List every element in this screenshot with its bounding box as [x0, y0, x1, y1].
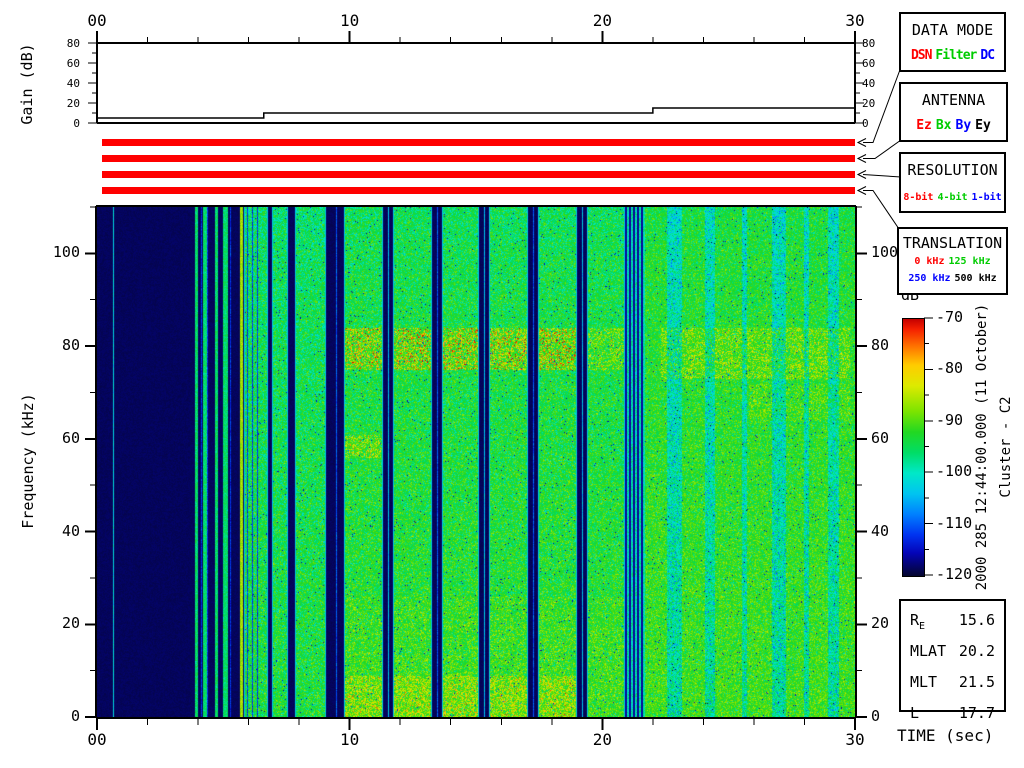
antenna-option-by: By	[955, 118, 972, 133]
ephemeris-value: 17.7	[958, 704, 995, 722]
gain-trace	[97, 107, 855, 119]
ephemeris-label: MLT	[910, 673, 938, 691]
legend-connector	[863, 139, 902, 159]
antenna-option-ez: Ez	[916, 118, 932, 133]
gain-db-tick-label: 0	[862, 117, 869, 130]
legend-connector	[863, 190, 900, 230]
colorbar-tick-label: -70	[936, 308, 964, 326]
gain-db-tick-label: 60	[862, 57, 876, 70]
legend-antenna-items: Ez Bx By Ey	[901, 118, 1006, 133]
freq-tick-label: 100	[52, 243, 80, 262]
ephemeris-row-mlt: MLT 21.5	[901, 670, 1004, 701]
connector-arrowhead	[856, 170, 867, 179]
legend-data-mode-items: DSN Filter DC	[901, 48, 1004, 63]
ephemeris-table: RE 15.6 MLAT 20.2 MLT 21.5 L 17.7	[899, 599, 1006, 722]
status-bar-translation	[102, 187, 855, 194]
status-bar-antenna	[102, 155, 855, 162]
data-mode-option-dc: DC	[980, 48, 995, 63]
gain-db-tick-label: 60	[66, 57, 80, 70]
wbd-spectrogram-display: Gain (dB) Frequency (kHz) dB 2000 285 12…	[0, 0, 1024, 768]
antenna-option-bx: Bx	[935, 118, 952, 133]
legend-connector	[862, 174, 902, 178]
legend-resolution-title: RESOLUTION	[907, 161, 998, 179]
legend-translation-items-row2: 250 kHz 500 kHz	[899, 272, 1006, 286]
gain-db-tick-label: 80	[66, 37, 80, 50]
freq-tick-label: 60	[871, 428, 890, 447]
translation-option-0khz: 0 kHz	[914, 256, 945, 267]
legend-translation-title: TRANSLATION	[902, 234, 1003, 252]
ephemeris-row-mlat: MLAT 20.2	[901, 639, 1004, 670]
gain-db-tick-label: 20	[66, 97, 80, 110]
freq-tick-label: 80	[61, 336, 80, 355]
gain-time-tick-label: 00	[87, 11, 107, 30]
freq-tick-label: 0	[70, 707, 80, 725]
resolution-option-1bit: 1-bit	[971, 192, 1002, 203]
freq-tick-label: 20	[61, 614, 80, 633]
freq-tick-label: 40	[61, 521, 80, 540]
legend-data-mode-title: DATA MODE	[911, 21, 994, 39]
time-tick-label: 10	[340, 730, 360, 749]
ephemeris-value: 21.5	[958, 673, 995, 691]
gain-db-tick-label: 40	[862, 77, 876, 90]
status-bar-data-mode	[102, 139, 855, 146]
ephemeris-value: 20.2	[958, 642, 995, 660]
legend-data-mode: DATA MODE DSN Filter DC	[899, 12, 1006, 72]
colorbar-tick-label: -90	[936, 410, 964, 429]
colorbar-tick-label: -110	[936, 513, 973, 532]
connector-arrowhead	[856, 186, 867, 195]
gain-time-tick-label: 10	[340, 11, 360, 30]
freq-tick-label: 100	[871, 243, 899, 262]
ephemeris-row-re: RE 15.6	[901, 608, 1004, 639]
time-tick-label: 00	[87, 730, 107, 749]
antenna-option-ey: Ey	[975, 118, 991, 133]
freq-tick-label: 20	[871, 614, 890, 633]
legend-translation: TRANSLATION 0 kHz 125 kHz 250 kHz 500 kHz	[897, 227, 1008, 295]
freq-tick-label: 60	[61, 428, 80, 447]
freq-tick-label: 80	[871, 336, 890, 355]
legend-resolution-items: 8-bit 4-bit 1-bit	[901, 191, 1004, 205]
gain-time-tick-label: 20	[592, 11, 612, 30]
gain-db-tick-label: 40	[66, 77, 80, 90]
time-tick-label: 30	[845, 730, 865, 749]
legend-translation-items-row1: 0 kHz 125 kHz	[899, 255, 1006, 269]
time-tick-label: 20	[592, 730, 612, 749]
translation-option-125khz: 125 kHz	[948, 256, 991, 267]
legend-antenna-title: ANTENNA	[921, 91, 986, 109]
colorbar-tick-label: -120	[936, 565, 973, 583]
data-mode-option-filter: Filter	[935, 48, 977, 63]
gain-time-tick-label: 30	[845, 11, 865, 30]
colorbar-tick-label: -80	[936, 359, 964, 378]
gain-db-tick-label: 80	[862, 37, 876, 50]
ephemeris-label: MLAT	[910, 642, 947, 660]
legend-resolution: RESOLUTION 8-bit 4-bit 1-bit	[899, 152, 1006, 213]
resolution-option-4bit: 4-bit	[937, 192, 968, 203]
gain-axis-title: Gain (dB)	[18, 43, 36, 125]
freq-tick-label: 0	[871, 707, 881, 725]
legend-antenna: ANTENNA Ez Bx By Ey	[899, 82, 1008, 142]
resolution-option-8bit: 8-bit	[903, 192, 934, 203]
translation-option-250khz: 250 kHz	[908, 273, 951, 284]
spacecraft-label: Cluster - C2	[998, 396, 1014, 498]
colorbar-tick-label: -100	[936, 462, 973, 481]
freq-tick-label: 40	[871, 521, 890, 540]
connector-arrowhead	[856, 154, 867, 163]
translation-option-500khz: 500 kHz	[954, 273, 997, 284]
data-mode-option-dsn: DSN	[910, 48, 933, 63]
gain-db-tick-label: 0	[73, 117, 80, 130]
ephemeris-label: RE	[910, 611, 926, 632]
datetime-label: 2000 285 12:44:00.000 (11 October)	[974, 303, 990, 591]
spectrogram-heatmap	[97, 207, 855, 717]
ephemeris-value: 15.6	[958, 611, 995, 629]
frequency-axis-title: Frequency (kHz)	[19, 393, 37, 529]
connector-arrowhead	[856, 138, 867, 147]
ephemeris-row-l: L 17.7	[901, 701, 1004, 732]
ephemeris-label: L	[910, 704, 920, 722]
status-bar-resolution	[102, 171, 855, 178]
gain-db-tick-label: 20	[862, 97, 876, 110]
